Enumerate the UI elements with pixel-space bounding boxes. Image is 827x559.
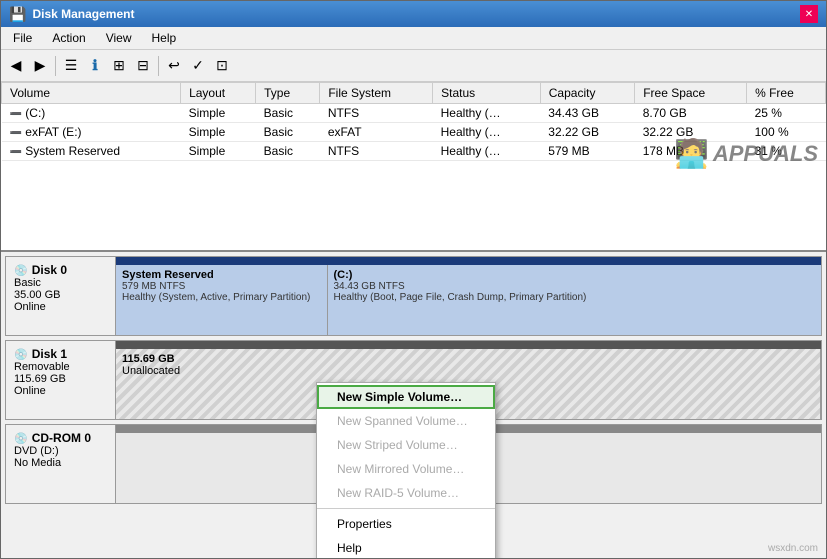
disk0-partitions: System Reserved 579 MB NTFS Healthy (Sys… xyxy=(116,257,821,335)
cell-status: Healthy (… xyxy=(433,142,541,161)
cell-status: Healthy (… xyxy=(433,104,541,123)
col-fs[interactable]: File System xyxy=(320,83,433,104)
col-status[interactable]: Status xyxy=(433,83,541,104)
cell-fs: exFAT xyxy=(320,123,433,142)
disk1-label: 💿 Disk 1 Removable 115.69 GB Online xyxy=(6,341,116,419)
menu-view[interactable]: View xyxy=(98,29,140,47)
disk0-part0-detail1: 579 MB NTFS xyxy=(122,281,321,292)
menu-file[interactable]: File xyxy=(5,29,40,47)
disk1-unallocated-size: 115.69 GB xyxy=(122,353,814,365)
cdrom0-icon: 💿 xyxy=(14,432,28,445)
menu-action[interactable]: Action xyxy=(44,29,93,47)
cell-freespace: 8.70 GB xyxy=(635,104,747,123)
cell-volume: ➖ (C:) xyxy=(2,104,181,123)
ctx-new-mirrored-volume: New Mirrored Volume… xyxy=(317,457,495,481)
ctx-help[interactable]: Help xyxy=(317,536,495,558)
cell-fs: NTFS xyxy=(320,142,433,161)
col-type[interactable]: Type xyxy=(256,83,320,104)
cell-layout: Simple xyxy=(181,104,256,123)
ctx-new-simple-volume[interactable]: New Simple Volume… xyxy=(317,385,495,409)
toolbar-btn-5[interactable]: ⊞ xyxy=(108,55,130,77)
title-bar-text: Disk Management xyxy=(32,7,134,21)
cell-capacity: 32.22 GB xyxy=(540,123,634,142)
toolbar-btn-9[interactable]: ⊡ xyxy=(211,55,233,77)
toolbar-btn-8[interactable]: ✓ xyxy=(187,55,209,77)
toolbar-btn-3[interactable]: ☰ xyxy=(60,55,82,77)
disk1-icon: 💿 xyxy=(14,348,28,361)
app-window: 💾 Disk Management ✕ File Action View Hel… xyxy=(0,0,827,559)
col-volume[interactable]: Volume xyxy=(2,83,181,104)
col-pctfree[interactable]: % Free xyxy=(747,83,826,104)
disk0-size: 35.00 GB xyxy=(14,289,107,301)
disk0-part0-detail2: Healthy (System, Active, Primary Partiti… xyxy=(122,292,321,303)
disk1-name: Disk 1 xyxy=(32,347,67,361)
disk1-size: 115.69 GB xyxy=(14,373,107,385)
menu-bar: File Action View Help xyxy=(1,27,826,50)
app-icon: 💾 xyxy=(9,6,26,23)
context-menu: New Simple Volume… New Spanned Volume… N… xyxy=(316,382,496,558)
cell-status: Healthy (… xyxy=(433,123,541,142)
ctx-properties[interactable]: Properties xyxy=(317,512,495,536)
cell-type: Basic xyxy=(256,123,320,142)
disk1-type: Removable xyxy=(14,361,107,373)
disk1-unallocated-label: Unallocated xyxy=(122,365,814,377)
toolbar-sep1 xyxy=(55,56,56,76)
brand-mascot: 🧑‍💻 xyxy=(674,137,709,170)
menu-help[interactable]: Help xyxy=(144,29,185,47)
disk0-type: Basic xyxy=(14,277,107,289)
cell-capacity: 579 MB xyxy=(540,142,634,161)
disk0-name: Disk 0 xyxy=(32,263,67,277)
cdrom0-label: 💿 CD-ROM 0 DVD (D:) No Media xyxy=(6,425,116,503)
disk0-part1-detail1: 34.43 GB NTFS xyxy=(334,281,816,292)
toolbar-btn-4[interactable]: ℹ xyxy=(84,55,106,77)
cell-volume: ➖ System Reserved xyxy=(2,142,181,161)
disk0-label: 💿 Disk 0 Basic 35.00 GB Online xyxy=(6,257,116,335)
disk1-status: Online xyxy=(14,385,107,397)
cell-layout: Simple xyxy=(181,123,256,142)
panels-area: 🧑‍💻 APPUALS Volume Layout Type File Syst… xyxy=(1,82,826,558)
cell-pctfree: 25 % xyxy=(747,104,826,123)
branding: 🧑‍💻 APPUALS xyxy=(674,137,818,170)
back-button[interactable]: ◀ xyxy=(5,55,27,77)
title-bar: 💾 Disk Management ✕ xyxy=(1,1,826,27)
disk0-part1-name: (C:) xyxy=(334,269,816,281)
ctx-new-raid5-volume: New RAID-5 Volume… xyxy=(317,481,495,505)
close-button[interactable]: ✕ xyxy=(800,5,818,23)
cell-volume: ➖ exFAT (E:) xyxy=(2,123,181,142)
disk0-status: Online xyxy=(14,301,107,313)
table-row[interactable]: ➖ (C:) Simple Basic NTFS Healthy (… 34.4… xyxy=(2,104,826,123)
disk1-top-bar xyxy=(116,341,821,349)
disk0-row: 💿 Disk 0 Basic 35.00 GB Online System Re… xyxy=(5,256,822,336)
col-layout[interactable]: Layout xyxy=(181,83,256,104)
ctx-separator xyxy=(317,508,495,509)
ctx-new-spanned-volume: New Spanned Volume… xyxy=(317,409,495,433)
cdrom0-status: No Media xyxy=(14,457,107,469)
toolbar-btn-6[interactable]: ⊟ xyxy=(132,55,154,77)
disk0-part0-name: System Reserved xyxy=(122,269,321,281)
disk0-icon: 💿 xyxy=(14,264,28,277)
cell-layout: Simple xyxy=(181,142,256,161)
toolbar-sep2 xyxy=(158,56,159,76)
cell-fs: NTFS xyxy=(320,104,433,123)
toolbar-btn-7[interactable]: ↩ xyxy=(163,55,185,77)
disk0-top-bar xyxy=(116,257,821,265)
col-freespace[interactable]: Free Space xyxy=(635,83,747,104)
toolbar: ◀ ▶ ☰ ℹ ⊞ ⊟ ↩ ✓ ⊡ xyxy=(1,50,826,82)
col-capacity[interactable]: Capacity xyxy=(540,83,634,104)
disk0-content: System Reserved 579 MB NTFS Healthy (Sys… xyxy=(116,265,821,335)
cell-type: Basic xyxy=(256,104,320,123)
cdrom0-type: DVD (D:) xyxy=(14,445,107,457)
bottom-panel: 💿 Disk 0 Basic 35.00 GB Online System Re… xyxy=(1,252,826,558)
cell-type: Basic xyxy=(256,142,320,161)
disk0-part0[interactable]: System Reserved 579 MB NTFS Healthy (Sys… xyxy=(116,265,328,335)
forward-button[interactable]: ▶ xyxy=(29,55,51,77)
watermark: wsxdn.com xyxy=(768,543,818,554)
cdrom0-name: CD-ROM 0 xyxy=(32,431,91,445)
brand-text: APPUALS xyxy=(713,141,818,167)
disk0-part1-detail2: Healthy (Boot, Page File, Crash Dump, Pr… xyxy=(334,292,816,303)
cell-capacity: 34.43 GB xyxy=(540,104,634,123)
ctx-new-striped-volume: New Striped Volume… xyxy=(317,433,495,457)
disk0-part1[interactable]: (C:) 34.43 GB NTFS Healthy (Boot, Page F… xyxy=(328,265,822,335)
